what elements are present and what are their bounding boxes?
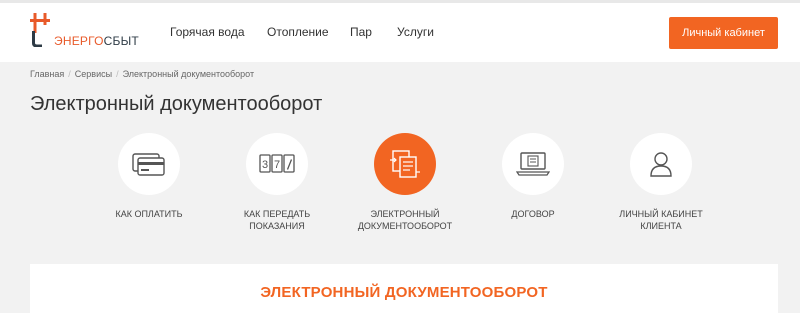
service-label-line: КАК ПЕРЕДАТЬ xyxy=(243,209,311,219)
service-how-to-pay[interactable]: КАК ОПЛАТИТЬ xyxy=(84,133,214,220)
credit-card-icon xyxy=(132,153,165,176)
nav-services[interactable]: Услуги xyxy=(397,25,434,39)
logo[interactable]: ЭНЕРГОСБЫТ xyxy=(28,13,148,53)
service-circle[interactable]: 3 7 xyxy=(246,133,308,195)
documents-exchange-icon xyxy=(390,150,420,178)
content-card: ЭЛЕКТРОННЫЙ ДОКУМЕНТООБОРОТ xyxy=(30,264,778,313)
service-label: ДОГОВОР xyxy=(468,208,598,220)
nav-hot-water[interactable]: Горячая вода xyxy=(170,25,245,39)
logo-text-accent: ЭНЕРГО xyxy=(54,34,104,48)
service-label-line: ДОГОВОР xyxy=(511,209,555,219)
service-label-line: ПОКАЗАНИЯ xyxy=(249,221,305,231)
service-label: ЭЛЕКТРОННЫЙ ДОКУМЕНТООБОРОТ xyxy=(340,208,470,232)
meter-digit: 3 xyxy=(262,159,268,171)
service-contract[interactable]: ДОГОВОР xyxy=(468,133,598,220)
service-label-line: КАК ОПЛАТИТЬ xyxy=(115,209,183,219)
user-icon xyxy=(650,152,672,177)
service-label-line: ЛИЧНЫЙ КАБИНЕТ xyxy=(619,209,703,219)
laptop-document-icon xyxy=(516,152,550,176)
service-label-line: ДОКУМЕНТООБОРОТ xyxy=(357,221,453,231)
breadcrumb-separator: / xyxy=(116,69,119,79)
service-circle-active[interactable] xyxy=(374,133,436,195)
logo-mark-icon xyxy=(30,13,50,47)
service-label: КАК ОПЛАТИТЬ xyxy=(84,208,214,220)
service-label-line: КЛИЕНТА xyxy=(640,221,682,231)
service-label: КАК ПЕРЕДАТЬ ПОКАЗАНИЯ xyxy=(212,208,342,232)
breadcrumb: Главная / Сервисы / Электронный документообо… xyxy=(30,69,254,79)
breadcrumb-separator: / xyxy=(68,69,71,79)
service-personal-cabinet[interactable]: ЛИЧНЫЙ КАБИНЕТ КЛИЕНТА xyxy=(596,133,726,232)
section-title: ЭЛЕКТРОННЫЙ ДОКУМЕНТООБОРОТ xyxy=(260,284,548,301)
nav-steam[interactable]: Пар xyxy=(350,25,372,39)
header-bar: ЭНЕРГОСБЫТ Горячая вода Отопление Пар Ус… xyxy=(0,0,800,62)
logo-text: ЭНЕРГОСБЫТ xyxy=(54,34,139,48)
service-label-line: ЭЛЕКТРОННЫЙ xyxy=(370,209,440,219)
nav-heating[interactable]: Отопление xyxy=(267,25,329,39)
page-title: Электронный документооборот xyxy=(30,93,323,115)
breadcrumb-services[interactable]: Сервисы xyxy=(75,69,112,79)
meter-icon: 3 7 xyxy=(259,154,295,173)
service-circle[interactable] xyxy=(630,133,692,195)
breadcrumb-home[interactable]: Главная xyxy=(30,69,64,79)
meter-digit: 7 xyxy=(274,159,280,171)
service-circle[interactable] xyxy=(118,133,180,195)
logo-text-main: СБЫТ xyxy=(103,34,139,48)
breadcrumb-current: Электронный документооборот xyxy=(122,69,255,79)
service-circle[interactable] xyxy=(502,133,564,195)
service-electronic-docs[interactable]: ЭЛЕКТРОННЫЙ ДОКУМЕНТООБОРОТ xyxy=(340,133,470,232)
service-label: ЛИЧНЫЙ КАБИНЕТ КЛИЕНТА xyxy=(596,208,726,232)
service-submit-readings[interactable]: 3 7 КАК ПЕРЕДАТЬ ПОКАЗАНИЯ xyxy=(212,133,342,232)
personal-cabinet-button[interactable]: Личный кабинет xyxy=(669,17,778,49)
